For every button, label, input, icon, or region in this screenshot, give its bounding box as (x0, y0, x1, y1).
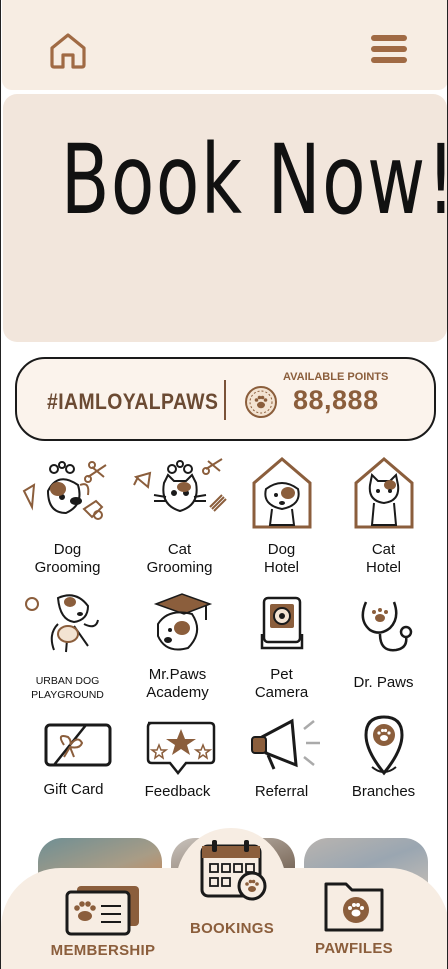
pet-camera-icon (260, 596, 303, 650)
stethoscope-icon (361, 601, 412, 652)
service-dr-paws[interactable]: Dr. Paws (331, 590, 436, 692)
banner-title: Book Now! (60, 124, 447, 236)
service-dog-hotel[interactable]: Dog Hotel (229, 455, 334, 577)
loyalty-points-card[interactable]: #IAMLOYALPAWS AVAILABLE POINTS 88,888 (15, 357, 436, 441)
service-label: Gift Card (43, 781, 104, 798)
service-label: Dr. Paws (353, 674, 414, 691)
feedback-star-icon (146, 721, 215, 776)
nav-pawfiles-label: PAWFILES (315, 940, 393, 957)
nav-pawfiles[interactable]: PAWFILES (299, 878, 409, 957)
calendar-paw-icon (200, 840, 267, 901)
dog-playground-icon (24, 594, 99, 653)
service-pet-camera[interactable]: Pet Camera (229, 590, 334, 702)
app-screen: Book Now! #IAMLOYALPAWS AVAILABLE POINTS… (0, 0, 448, 969)
megaphone-icon (250, 718, 320, 770)
service-feedback[interactable]: Feedback (125, 715, 230, 801)
service-cat-hotel[interactable]: Cat Hotel (331, 455, 436, 577)
cat-grooming-icon (132, 458, 227, 513)
nav-membership-label: MEMBERSHIP (50, 942, 156, 959)
service-label: Feedback (144, 783, 211, 800)
service-cat-grooming[interactable]: Cat Grooming (127, 455, 232, 577)
hamburger-menu-icon[interactable] (370, 32, 410, 68)
service-label: URBAN DOG PLAYGROUND (31, 675, 104, 701)
nav-bookings-label: BOOKINGS (189, 920, 275, 937)
nav-membership[interactable]: MEMBERSHIP (41, 884, 165, 959)
available-points-label: AVAILABLE POINTS (283, 371, 389, 383)
gift-card-icon (44, 723, 111, 767)
service-referral[interactable]: Referral (229, 713, 334, 801)
service-mr-paws-academy[interactable]: Mr.Paws Academy (125, 590, 230, 702)
dog-hotel-icon (252, 457, 311, 529)
top-header (2, 0, 447, 90)
service-gift-card[interactable]: Gift Card (21, 715, 126, 799)
service-branches[interactable]: Branches (331, 711, 436, 801)
home-icon[interactable] (48, 30, 88, 70)
location-pin-icon (363, 715, 404, 776)
paw-coin-icon (244, 385, 278, 419)
service-label: Referral (254, 783, 309, 800)
service-label: Cat Grooming (146, 541, 213, 576)
service-label: Pet Camera (254, 666, 309, 701)
service-urban-dog-playground[interactable]: URBAN DOG PLAYGROUND (15, 590, 120, 702)
service-label: Cat Hotel (365, 541, 402, 576)
membership-card-icon (65, 886, 139, 936)
loyalty-hashtag: #IAMLOYALPAWS (47, 389, 219, 414)
service-label: Dog Grooming (34, 541, 101, 576)
points-divider (224, 380, 226, 420)
paw-folder-icon (324, 882, 384, 932)
available-points-value: 88,888 (293, 385, 379, 415)
dog-grooming-icon (22, 461, 107, 520)
nav-bookings[interactable]: BOOKINGS (177, 838, 287, 937)
service-label: Dog Hotel (263, 541, 300, 576)
cat-hotel-icon (354, 457, 413, 529)
service-dog-grooming[interactable]: Dog Grooming (15, 455, 120, 577)
book-now-banner[interactable]: Book Now! (3, 94, 447, 342)
service-label: Branches (351, 783, 416, 800)
academy-icon (153, 593, 212, 651)
service-label: Mr.Paws Academy (146, 666, 209, 701)
